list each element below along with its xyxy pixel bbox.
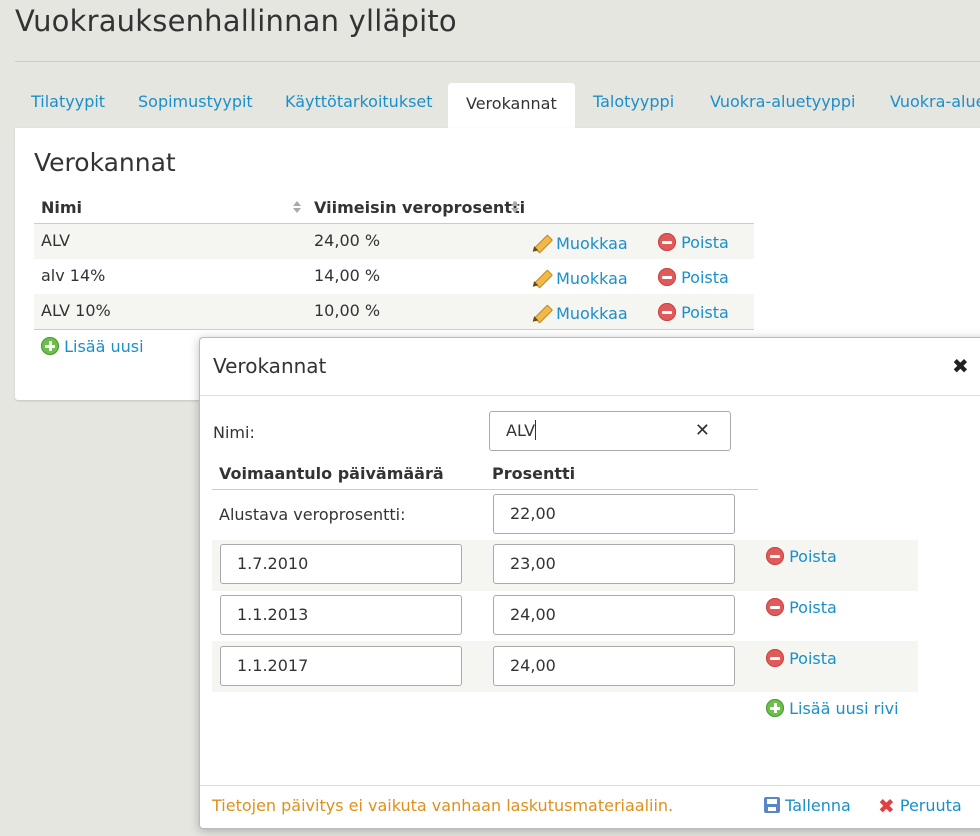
tab-sopimustyypit[interactable]: Sopimustyypit [138, 83, 253, 128]
minus-circle-icon [658, 233, 676, 251]
date-field[interactable]: 1.1.2017 [220, 646, 462, 686]
tab-kayttotarkoitukset[interactable]: Käyttötarkoitukset [285, 83, 433, 128]
tab-bar: Tilatyypit Sopimustyypit Käyttötarkoituk… [15, 83, 980, 129]
column-header-percent: Prosentti [492, 464, 576, 483]
dialog-title: Verokannat [213, 354, 327, 378]
column-header-name[interactable]: Nimi [41, 198, 82, 217]
close-icon[interactable]: ✖ [952, 354, 969, 378]
delete-button[interactable]: Poista [658, 303, 729, 322]
delete-row-button[interactable]: Poista [766, 547, 837, 566]
name-field-value: ALV [506, 421, 536, 440]
dialog-divider [200, 395, 980, 396]
clear-icon[interactable]: ✕ [695, 412, 710, 450]
table-row: ALV 24,00 % Muokkaa Poista [34, 224, 754, 259]
initial-rate-field[interactable]: 22,00 [493, 494, 735, 534]
column-header-date: Voimaantulo päivämäärä [219, 464, 444, 483]
table-header: Nimi Viimeisin veroprosentti [34, 193, 754, 224]
minus-circle-icon [766, 598, 784, 616]
panel-title: Verokannat [34, 148, 176, 177]
dialog-footer: Tietojen päivitys ei vaikuta vanhaan las… [200, 785, 980, 836]
tax-rate-dialog: Verokannat ✖ Nimi: ALV ✕ Voimaantulo päi… [199, 337, 980, 829]
table-row: ALV 10% 10,00 % Muokkaa Poista [34, 294, 754, 330]
delete-button[interactable]: Poista [658, 268, 729, 287]
date-field[interactable]: 1.1.2013 [220, 595, 462, 635]
minus-circle-icon [658, 303, 676, 321]
tab-talotyyppi[interactable]: Talotyyppi [593, 83, 674, 128]
row-rate: 24,00 % [314, 231, 381, 250]
row-name: ALV 10% [41, 301, 111, 320]
text-cursor [535, 420, 537, 440]
delete-row-button[interactable]: Poista [766, 649, 837, 668]
row-name: ALV [41, 231, 71, 250]
plus-circle-icon [766, 699, 784, 717]
edit-button[interactable]: Muokkaa [531, 268, 628, 288]
column-header-rate[interactable]: Viimeisin veroprosentti [314, 198, 525, 217]
delete-row-button[interactable]: Poista [766, 598, 837, 617]
table-row: alv 14% 14,00 % Muokkaa Poista [34, 259, 754, 294]
pencil-icon [531, 268, 551, 288]
initial-rate-label: Alustava veroprosentti: [219, 505, 406, 524]
add-row-button[interactable]: Lisää uusi rivi [766, 699, 899, 718]
warning-text: Tietojen päivitys ei vaikuta vanhaan las… [212, 796, 674, 815]
row-rate: 14,00 % [314, 266, 381, 285]
rates-table-header: Voimaantulo päivämäärä Prosentti [212, 458, 758, 490]
name-label: Nimi: [213, 423, 255, 442]
sort-icon[interactable] [511, 201, 519, 213]
pencil-icon [531, 233, 551, 253]
cancel-button[interactable]: ✖ Peruuta [878, 794, 962, 818]
minus-circle-icon [766, 547, 784, 565]
tab-tilatyypit[interactable]: Tilatyypit [31, 83, 105, 128]
row-rate: 10,00 % [314, 301, 381, 320]
title-divider [15, 61, 980, 62]
percent-field[interactable]: 24,00 [493, 595, 735, 635]
add-new-button[interactable]: Lisää uusi [41, 337, 144, 356]
sort-icon[interactable] [293, 201, 301, 213]
row-name: alv 14% [41, 266, 106, 285]
floppy-disk-icon [764, 797, 780, 813]
minus-circle-icon [658, 268, 676, 286]
percent-field[interactable]: 24,00 [493, 646, 735, 686]
edit-button[interactable]: Muokkaa [531, 303, 628, 323]
minus-circle-icon [766, 649, 784, 667]
tab-verokannat[interactable]: Verokannat [448, 83, 575, 129]
pencil-icon [531, 303, 551, 323]
page-title: Vuokrauksenhallinnan ylläpito [15, 4, 457, 38]
delete-button[interactable]: Poista [658, 233, 729, 252]
tab-vuokra-aluetyyppi[interactable]: Vuokra-aluetyyppi [710, 83, 855, 128]
close-x-icon: ✖ [878, 794, 895, 818]
tax-rate-table: Nimi Viimeisin veroprosentti ALV 24,00 %… [34, 193, 754, 330]
save-button[interactable]: Tallenna [764, 796, 851, 815]
plus-circle-icon [41, 337, 59, 355]
percent-field[interactable]: 23,00 [493, 544, 735, 584]
edit-button[interactable]: Muokkaa [531, 233, 628, 253]
date-field[interactable]: 1.7.2010 [220, 544, 462, 584]
tab-vuokra-alue[interactable]: Vuokra-alue [890, 83, 980, 128]
name-field[interactable]: ALV ✕ [489, 411, 731, 451]
